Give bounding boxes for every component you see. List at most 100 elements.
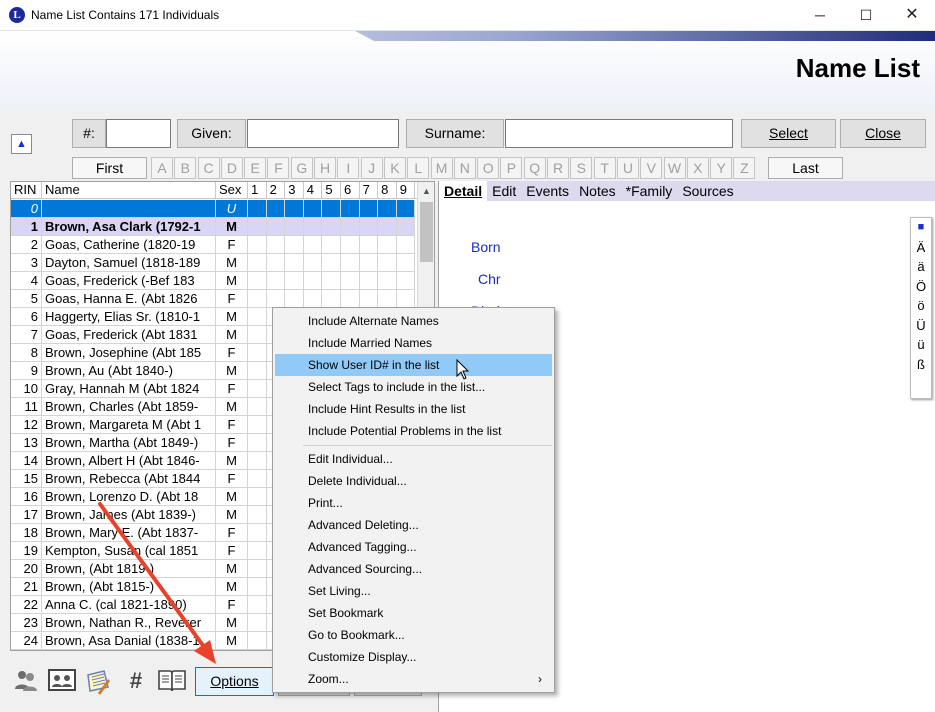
letter-e-button[interactable]: E [244, 157, 267, 179]
first-button[interactable]: First [72, 157, 147, 179]
menu-item[interactable]: Show User ID# in the list [275, 354, 552, 376]
tab-events[interactable]: Events [521, 181, 574, 201]
header-col-1[interactable]: 1 [248, 182, 267, 198]
menu-item[interactable]: Advanced Deleting... [275, 514, 552, 536]
letter-n-button[interactable]: N [453, 157, 476, 179]
menu-item[interactable]: Advanced Tagging... [275, 536, 552, 558]
letter-o-button[interactable]: O [477, 157, 500, 179]
char-button[interactable]: Ü [911, 316, 931, 336]
hash-icon[interactable]: # [122, 667, 150, 695]
letter-y-button[interactable]: Y [710, 157, 733, 179]
select-button-label: Select [769, 125, 808, 141]
letter-j-button[interactable]: J [360, 157, 383, 179]
header-col-7[interactable]: 7 [360, 182, 379, 198]
close-button[interactable]: Close [840, 119, 926, 148]
menu-item[interactable]: Print... [275, 492, 552, 514]
select-button[interactable]: Select [741, 119, 836, 148]
letter-s-button[interactable]: S [570, 157, 593, 179]
close-window-button[interactable]: ✕ [889, 0, 935, 31]
options-button[interactable]: Options [195, 667, 274, 696]
row-rin: 10 [11, 380, 42, 398]
menu-item[interactable]: Delete Individual... [275, 470, 552, 492]
surname-search-button[interactable]: Surname: [406, 119, 504, 148]
header-col-8[interactable]: 8 [378, 182, 397, 198]
header-col-9[interactable]: 9 [397, 182, 416, 198]
photo-album-icon[interactable] [48, 667, 76, 695]
header-col-6[interactable]: 6 [341, 182, 360, 198]
menu-item[interactable]: Include Hint Results in the list [275, 398, 552, 420]
table-row[interactable]: 0U [11, 200, 418, 218]
notepad-icon[interactable] [84, 667, 112, 695]
letter-p-button[interactable]: P [500, 157, 523, 179]
tab-detail[interactable]: Detail [439, 181, 488, 201]
minimize-button[interactable]: ─ [797, 0, 843, 31]
char-bar-square-icon[interactable]: ■ [911, 218, 931, 238]
char-button[interactable]: ä [911, 257, 931, 277]
menu-item[interactable]: Include Potential Problems in the list [275, 420, 552, 442]
char-button[interactable]: ü [911, 335, 931, 355]
tab-edit[interactable]: Edit [487, 181, 521, 201]
menu-item[interactable]: Go to Bookmark... [275, 624, 552, 646]
letter-g-button[interactable]: G [290, 157, 313, 179]
letter-x-button[interactable]: X [686, 157, 709, 179]
scroll-up-arrow-icon[interactable]: ▲ [418, 183, 434, 199]
menu-item[interactable]: Edit Individual... [275, 448, 552, 470]
last-button[interactable]: Last [768, 157, 843, 179]
table-row[interactable]: 3 Dayton, Samuel (1818-189 M [11, 254, 418, 272]
char-button[interactable]: ö [911, 296, 931, 316]
letter-i-button[interactable]: I [337, 157, 360, 179]
row-sex: M [216, 452, 248, 470]
char-button[interactable]: Ä [911, 238, 931, 258]
char-button[interactable]: ß [911, 355, 931, 375]
header-col-5[interactable]: 5 [322, 182, 341, 198]
menu-item[interactable]: Zoom... › [275, 668, 552, 690]
header-rin[interactable]: RIN [11, 182, 42, 198]
number-input[interactable] [106, 119, 171, 148]
char-button[interactable]: Ö [911, 277, 931, 297]
scroll-up-button[interactable]: ▲ [11, 134, 32, 154]
letter-a-button[interactable]: A [151, 157, 173, 179]
letter-c-button[interactable]: C [197, 157, 220, 179]
letter-b-button[interactable]: B [174, 157, 197, 179]
letter-l-button[interactable]: L [407, 157, 430, 179]
table-row[interactable]: 2 Goas, Catherine (1820-19 F [11, 236, 418, 254]
menu-item[interactable]: Customize Display... [275, 646, 552, 668]
letter-h-button[interactable]: H [314, 157, 337, 179]
people-icon[interactable] [12, 667, 40, 695]
letter-t-button[interactable]: T [593, 157, 616, 179]
letter-u-button[interactable]: U [616, 157, 639, 179]
given-search-button[interactable]: Given: [177, 119, 246, 148]
letter-w-button[interactable]: W [663, 157, 686, 179]
maximize-button[interactable]: ☐ [843, 0, 889, 31]
letter-k-button[interactable]: K [383, 157, 406, 179]
letter-r-button[interactable]: R [547, 157, 570, 179]
scroll-thumb[interactable] [420, 202, 433, 262]
letter-d-button[interactable]: D [220, 157, 243, 179]
menu-item[interactable]: Select Tags to include in the list... [275, 376, 552, 398]
tab-sources[interactable]: Sources [677, 181, 738, 201]
book-icon[interactable] [157, 667, 186, 695]
menu-item[interactable]: Set Bookmark [275, 602, 552, 624]
number-search-button[interactable]: #: [72, 119, 106, 148]
given-name-input[interactable] [247, 119, 399, 148]
letter-m-button[interactable]: M [430, 157, 453, 179]
header-col-4[interactable]: 4 [304, 182, 323, 198]
letter-v-button[interactable]: V [640, 157, 663, 179]
menu-item[interactable]: Set Living... [275, 580, 552, 602]
table-row[interactable]: 1 Brown, Asa Clark (1792-1 M [11, 218, 418, 236]
header-name[interactable]: Name [42, 182, 216, 198]
letter-q-button[interactable]: Q [523, 157, 546, 179]
header-sex[interactable]: Sex [216, 182, 248, 198]
header-col-3[interactable]: 3 [285, 182, 304, 198]
surname-input[interactable] [505, 119, 733, 148]
tab-family[interactable]: *Family [621, 181, 678, 201]
header-col-2[interactable]: 2 [267, 182, 286, 198]
letter-f-button[interactable]: F [267, 157, 290, 179]
tab-notes[interactable]: Notes [574, 181, 621, 201]
table-row[interactable]: 5 Goas, Hanna E. (Abt 1826 F [11, 290, 418, 308]
letter-z-button[interactable]: Z [733, 157, 756, 179]
menu-item[interactable]: Include Alternate Names [275, 310, 552, 332]
table-row[interactable]: 4 Goas, Frederick (-Bef 183 M [11, 272, 418, 290]
menu-item[interactable]: Include Married Names [275, 332, 552, 354]
menu-item[interactable]: Advanced Sourcing... [275, 558, 552, 580]
